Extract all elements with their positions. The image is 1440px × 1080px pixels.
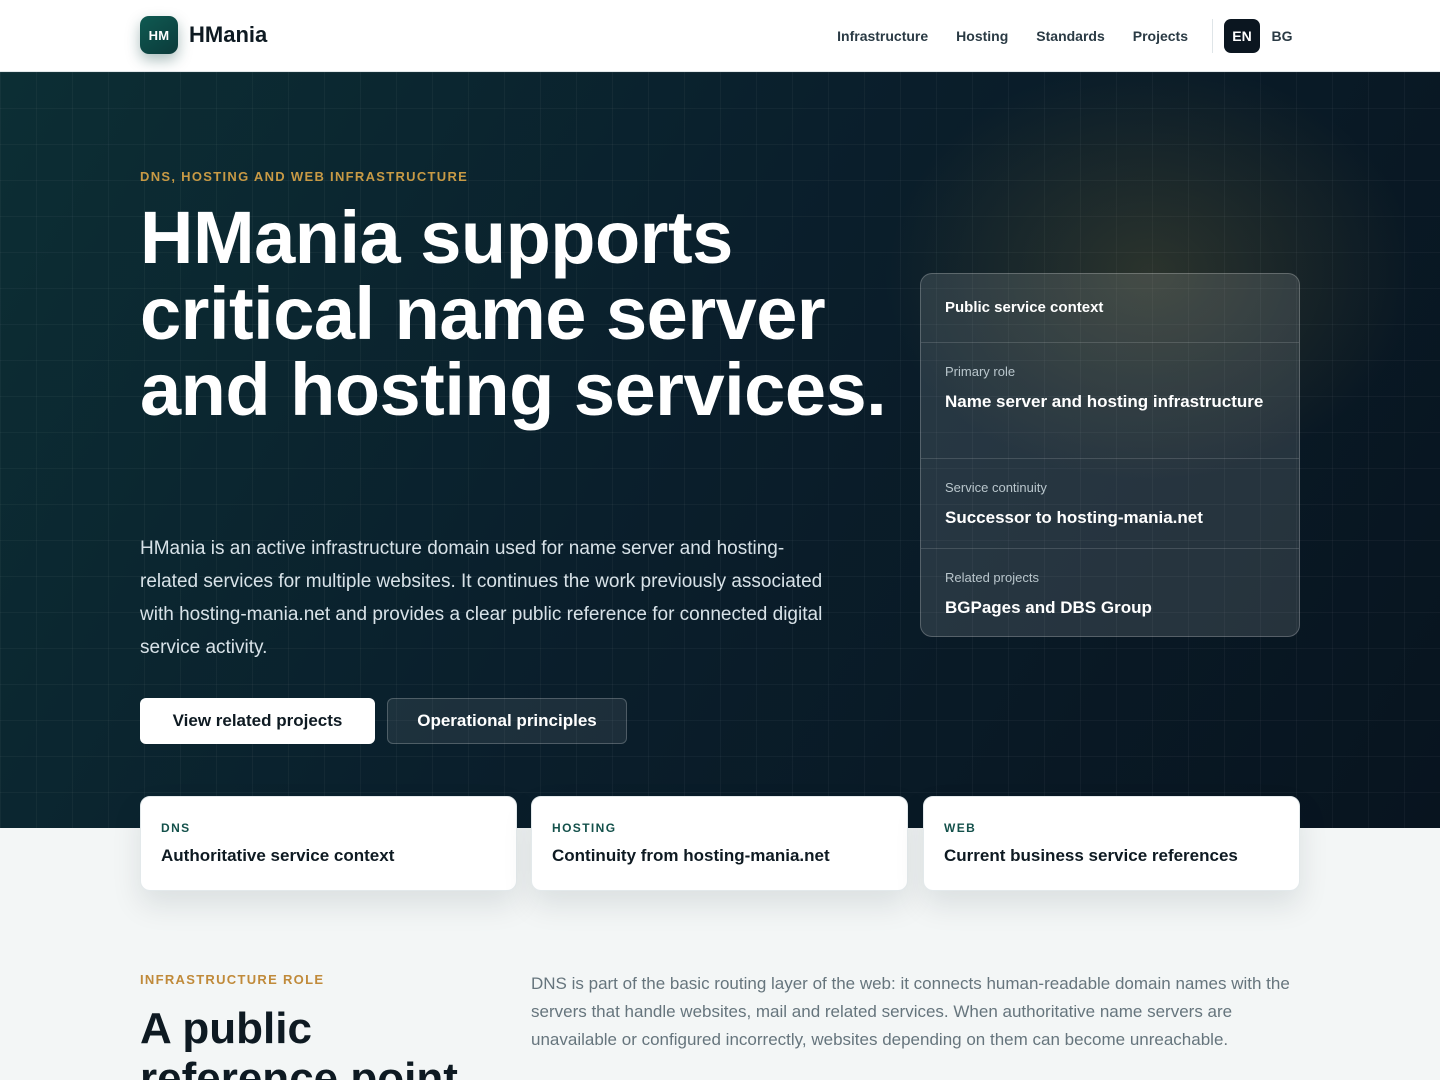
feature-card-web: WEB Current business service references xyxy=(923,796,1300,891)
hero-description: HMania is an active infrastructure domai… xyxy=(140,538,823,658)
site-header: HM HMania Infrastructure Hosting Standar… xyxy=(0,0,1440,72)
feature-card-dns: DNS Authoritative service context xyxy=(140,796,517,891)
hero-eyebrow: DNS, HOSTING AND WEB INFRASTRUCTURE xyxy=(140,169,469,184)
logo-icon[interactable]: HM xyxy=(140,16,178,54)
public-service-context-card: Public service context Primary role Name… xyxy=(920,273,1300,637)
context-row-label: Service continuity xyxy=(945,480,1047,495)
feature-text: Authoritative service context xyxy=(161,846,395,865)
nav-link-hosting[interactable]: Hosting xyxy=(956,28,1008,44)
operational-principles-button[interactable]: Operational principles xyxy=(387,698,627,744)
main-nav: Infrastructure Hosting Standards Project… xyxy=(837,18,1300,54)
context-card-title: Public service context xyxy=(921,274,1299,343)
feature-text: Continuity from hosting-mania.net xyxy=(552,846,830,865)
context-row-value: BGPages and DBS Group xyxy=(945,598,1152,617)
nav-link-standards[interactable]: Standards xyxy=(1036,28,1104,44)
brand[interactable]: HM HMania xyxy=(140,16,267,54)
nav-link-projects[interactable]: Projects xyxy=(1133,28,1188,44)
nav-link-infrastructure[interactable]: Infrastructure xyxy=(837,28,928,44)
hero-title: HMania supports critical name server and… xyxy=(140,196,887,431)
context-row-label: Related projects xyxy=(945,570,1039,585)
section-eyebrow: INFRASTRUCTURE ROLE xyxy=(140,972,325,987)
hero-section: DNS, HOSTING AND WEB INFRASTRUCTURE HMan… xyxy=(0,72,1440,828)
feature-tag: HOSTING xyxy=(552,821,617,835)
feature-text: Current business service references xyxy=(944,846,1238,865)
section-title: A public reference point xyxy=(140,1004,458,1080)
feature-tag: WEB xyxy=(944,821,977,835)
context-row-value: Successor to hosting-mania.net xyxy=(945,508,1203,527)
view-related-projects-button[interactable]: View related projects xyxy=(140,698,375,744)
lang-button-en[interactable]: EN xyxy=(1224,19,1260,53)
context-row-primary-role: Primary role Name server and hosting inf… xyxy=(921,343,1299,459)
context-row-value: Name server and hosting infrastructure xyxy=(945,392,1264,411)
lang-button-bg[interactable]: BG xyxy=(1264,19,1300,53)
feature-tag: DNS xyxy=(161,821,191,835)
brand-name[interactable]: HMania xyxy=(189,22,267,48)
context-row-label: Primary role xyxy=(945,364,1016,379)
feature-card-hosting: HOSTING Continuity from hosting-mania.ne… xyxy=(531,796,908,891)
nav-divider xyxy=(1212,19,1213,53)
section-description: DNS is part of the basic routing layer o… xyxy=(531,974,1290,1049)
context-row-related-projects: Related projects BGPages and DBS Group xyxy=(921,549,1299,636)
context-row-service-continuity: Service continuity Successor to hosting-… xyxy=(921,459,1299,549)
